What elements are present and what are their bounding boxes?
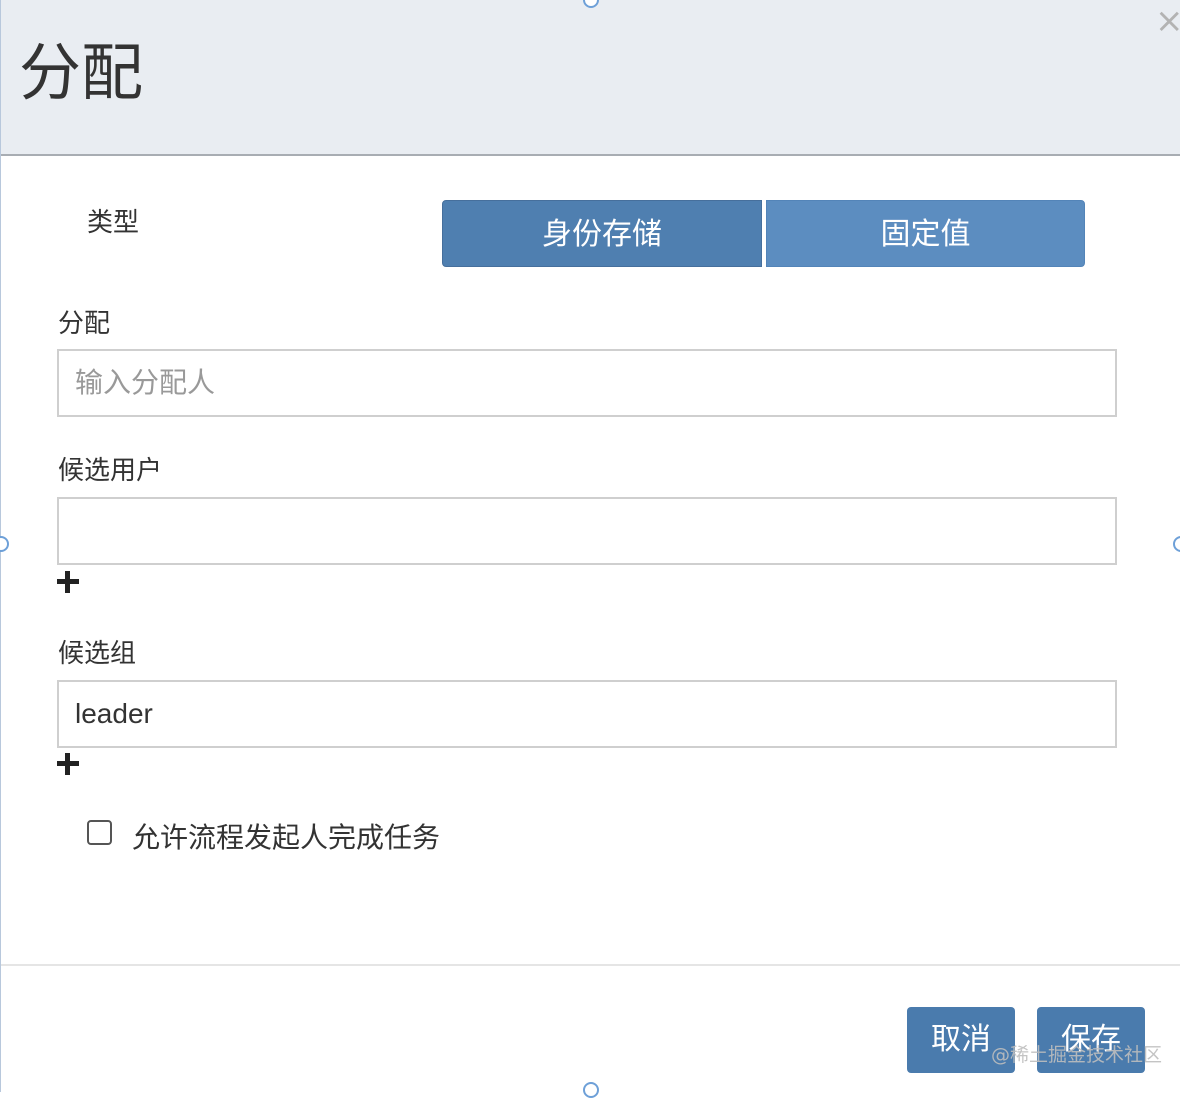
type-option-identity-store[interactable]: 身份存储 <box>442 200 762 267</box>
add-candidate-group-plus-icon[interactable] <box>57 753 79 775</box>
add-candidate-user-plus-icon[interactable] <box>57 571 79 593</box>
footer-divider <box>1 964 1180 966</box>
candidate-users-input[interactable] <box>57 497 1117 565</box>
close-icon[interactable]: × <box>1155 4 1180 38</box>
dialog-title: 分配 <box>19 36 144 109</box>
resize-handle-left[interactable] <box>0 536 9 552</box>
assignment-label: 分配 <box>58 309 111 339</box>
assignee-input[interactable] <box>57 349 1117 417</box>
watermark: @稀土掘金技术社区 <box>991 1044 1163 1066</box>
candidate-groups-input[interactable] <box>57 680 1117 748</box>
type-label: 类型 <box>87 208 140 238</box>
candidate-users-label: 候选用户 <box>58 456 163 486</box>
dialog-header: 分配 × <box>1 0 1180 156</box>
initiator-can-complete-checkbox[interactable] <box>87 820 112 845</box>
assignment-dialog: 分配 × 类型 身份存储 固定值 分配 候选用户 候选组 允许流程发起人完成任务… <box>0 0 1180 1098</box>
resize-handle-right[interactable] <box>1173 536 1180 552</box>
initiator-can-complete-label: 允许流程发起人完成任务 <box>132 821 441 854</box>
type-option-fixed-value[interactable]: 固定值 <box>766 200 1085 267</box>
candidate-groups-label: 候选组 <box>58 639 137 669</box>
resize-handle-bottom[interactable] <box>583 1082 599 1098</box>
